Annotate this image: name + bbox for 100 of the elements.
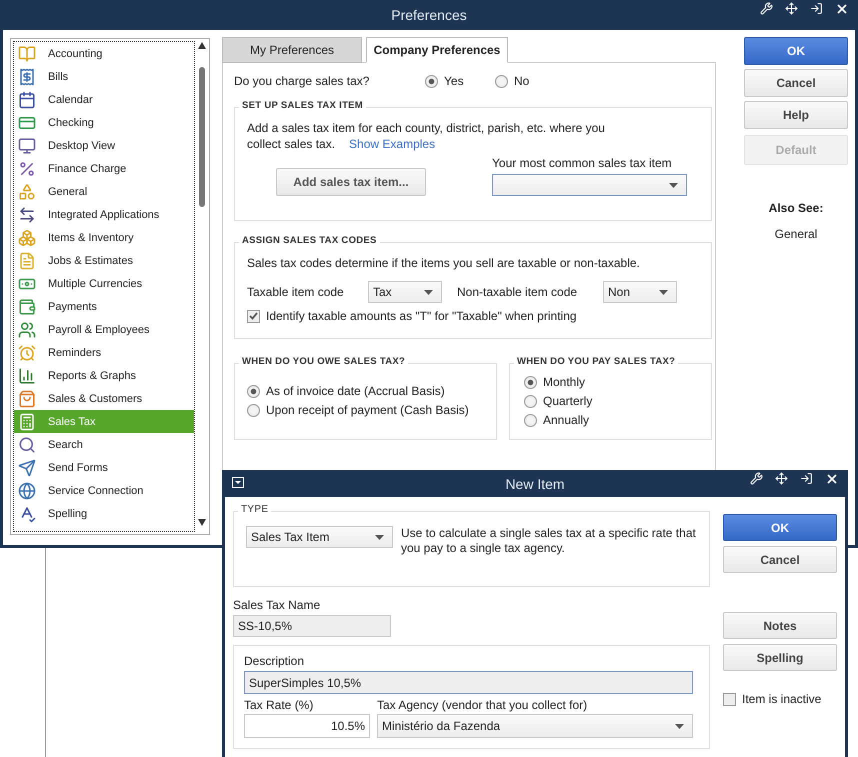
wallet-icon: [18, 298, 36, 316]
radio-label: No: [514, 74, 530, 88]
wrench-icon[interactable]: [760, 2, 773, 15]
dialog-button[interactable]: OK: [744, 37, 848, 65]
category-item[interactable]: Send Forms: [14, 456, 194, 479]
move-icon[interactable]: [785, 2, 798, 15]
dialog-button[interactable]: Spelling: [723, 644, 837, 671]
dialog-button[interactable]: Help: [744, 101, 848, 129]
shapes-icon: [18, 182, 36, 200]
receipt-icon: [18, 68, 36, 86]
category-item[interactable]: Accounting: [14, 42, 194, 65]
check-icon: [249, 312, 258, 320]
globe-icon: [18, 482, 36, 500]
percent-icon: [18, 160, 36, 178]
rate-field[interactable]: 10.5%: [244, 714, 370, 738]
category-item[interactable]: Service Connection: [14, 479, 194, 502]
dialog-button[interactable]: Cancel: [723, 546, 837, 573]
arrows-icon: [18, 206, 36, 224]
search-icon: [18, 436, 36, 454]
caret-icon: [659, 290, 668, 294]
close-icon[interactable]: [825, 472, 839, 486]
category-item[interactable]: Payroll & Employees: [14, 318, 194, 341]
name-field[interactable]: SS-10,5%: [233, 615, 391, 637]
category-item[interactable]: Integrated Applications: [14, 203, 194, 226]
category-item[interactable]: Spelling: [14, 502, 194, 525]
book-icon: [18, 44, 36, 62]
window-title: Preferences: [391, 7, 467, 23]
category-item[interactable]: Reports & Graphs: [14, 364, 194, 387]
section-heading: WHEN DO YOU PAY SALES TAX?: [514, 356, 678, 367]
category-item[interactable]: General: [14, 180, 194, 203]
radio-label: Upon receipt of payment (Cash Basis): [266, 403, 469, 417]
field-label: Description: [244, 654, 306, 668]
field-label: Tax Rate (%): [244, 698, 314, 712]
caret-icon: [675, 724, 684, 728]
checkbox[interactable]: [247, 310, 260, 322]
bar-chart-icon: [18, 366, 36, 384]
dialog-button[interactable]: Notes: [723, 612, 837, 639]
field-label: Tax Agency (vendor that you collect for): [377, 698, 588, 712]
radio-button[interactable]: [524, 414, 537, 426]
close-icon[interactable]: [835, 2, 849, 16]
radio-label: Monthly: [543, 375, 586, 389]
window-icon[interactable]: [810, 2, 823, 15]
checkbox[interactable]: [723, 692, 736, 706]
wrench-icon[interactable]: [750, 472, 763, 485]
dialog-button[interactable]: OK: [723, 514, 837, 541]
radio-button[interactable]: [524, 376, 537, 388]
radio-button[interactable]: [425, 74, 438, 88]
add-item-button[interactable]: Add sales tax item...: [276, 168, 426, 196]
also-see-heading: Also See:: [768, 201, 824, 215]
category-item[interactable]: Items & Inventory: [14, 226, 194, 249]
tab[interactable]: Company Preferences: [366, 37, 508, 63]
document-icon: [18, 252, 36, 270]
menu-icon[interactable]: [232, 477, 244, 488]
category-item[interactable]: Reminders: [14, 341, 194, 364]
calculator-icon: [18, 412, 36, 430]
also-see-link[interactable]: General: [774, 227, 818, 241]
field-label: Sales Tax Name: [233, 598, 322, 612]
instruction-text: Sales tax codes determine if the items you sell are taxable or non-taxable.: [247, 255, 641, 271]
category-item[interactable]: Finance Charge: [14, 157, 194, 180]
category-item[interactable]: Checking: [14, 111, 194, 134]
monitor-icon: [18, 136, 36, 154]
section-heading: ASSIGN SALES TAX CODES: [239, 235, 380, 246]
category-item[interactable]: Search: [14, 433, 194, 456]
alarm-clock-icon: [18, 344, 36, 362]
dropdown[interactable]: Ministério da Fazenda: [377, 714, 693, 738]
dialog-button[interactable]: Cancel: [744, 69, 848, 97]
move-icon[interactable]: [775, 472, 788, 485]
tab[interactable]: My Preferences: [222, 37, 362, 63]
window-icon[interactable]: [800, 472, 813, 485]
category-item[interactable]: Sales & Customers: [14, 387, 194, 410]
dropdown[interactable]: Sales Tax Item: [246, 526, 393, 548]
boxes-icon: [18, 228, 36, 246]
category-item[interactable]: Payments: [14, 295, 194, 318]
category-item[interactable]: Bills: [14, 65, 194, 88]
description-field[interactable]: SuperSimples 10,5%: [244, 671, 693, 694]
radio-button[interactable]: [247, 384, 260, 398]
category-item[interactable]: Multiple Currencies: [14, 272, 194, 295]
calendar-icon: [18, 90, 36, 108]
send-icon: [18, 458, 36, 476]
field-label: Your most common sales tax item: [492, 156, 673, 170]
dropdown[interactable]: [492, 174, 687, 196]
category-item[interactable]: Desktop View: [14, 134, 194, 157]
dropdown[interactable]: Non: [603, 281, 677, 303]
section-heading: TYPE: [238, 504, 272, 515]
show-examples-link[interactable]: Show Examples: [349, 137, 436, 151]
field-label: Taxable item code: [247, 285, 345, 299]
category-item[interactable]: Calendar: [14, 88, 194, 111]
window-title: New Item: [505, 476, 565, 492]
shopping-bag-icon: [18, 390, 36, 408]
category-item[interactable]: Jobs & Estimates: [14, 249, 194, 272]
checkbox-label: Identify taxable amounts as "T" for "Taxable" when printing: [266, 309, 577, 323]
radio-button[interactable]: [247, 404, 260, 416]
people-icon: [18, 320, 36, 338]
instruction-text: Add a sales tax item for each county, district, parish, etc. where you collect sales tax. Show Examples: [247, 120, 606, 152]
dropdown[interactable]: Tax: [368, 281, 442, 303]
radio-button[interactable]: [524, 394, 537, 408]
radio-button[interactable]: [495, 74, 508, 88]
field-label: Non-taxable item code: [457, 285, 578, 299]
radio-label: As of invoice date (Accrual Basis): [266, 384, 445, 398]
caret-icon: [375, 534, 384, 540]
